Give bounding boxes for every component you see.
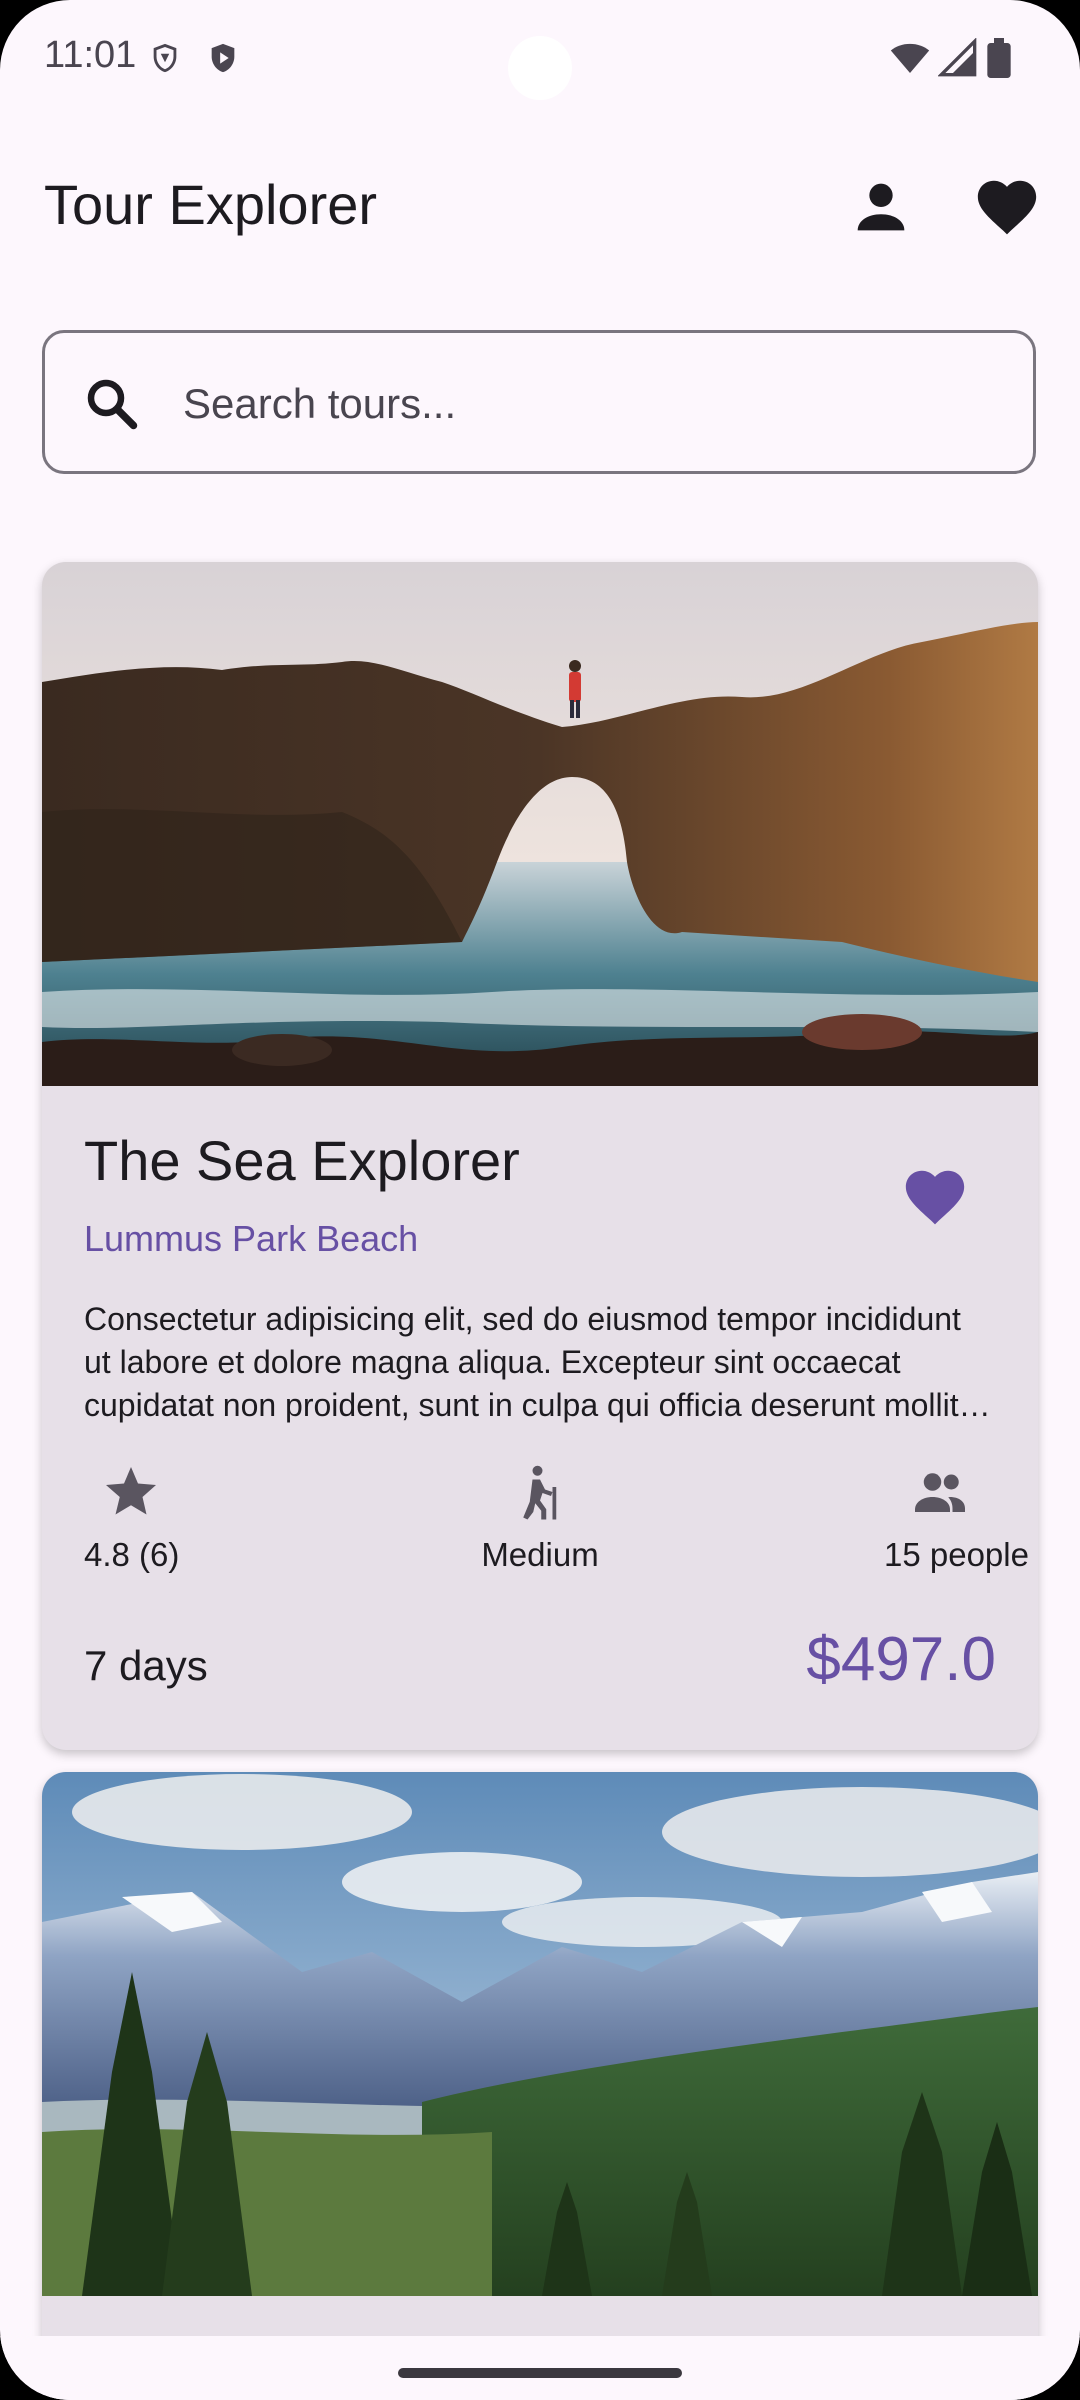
rating-value: 4.8 (6) xyxy=(84,1536,180,1573)
top-app-bar: Tour Explorer xyxy=(0,150,1080,260)
tour-price: $497.0 xyxy=(806,1625,996,1694)
tour-image-mountain-valley xyxy=(42,1772,1038,2296)
play-protect-icon xyxy=(211,43,235,73)
difficulty-value: Medium xyxy=(481,1536,599,1573)
app-screen: 11:01 Tour Explorer Search tours... The … xyxy=(0,0,1080,2400)
page-title: Tour Explorer xyxy=(44,173,378,236)
vpn-shield-icon xyxy=(153,43,177,73)
battery-icon xyxy=(987,38,1011,78)
profile-icon[interactable] xyxy=(846,172,916,242)
signal-icon xyxy=(938,38,977,77)
tour-image-coastal-arch xyxy=(42,562,1038,1086)
search-input[interactable] xyxy=(181,363,985,445)
status-time: 11:01 xyxy=(44,34,137,76)
star-icon xyxy=(106,1467,156,1515)
search-field[interactable] xyxy=(42,330,1036,474)
rating-stat: 4.8 (6) xyxy=(84,1462,180,1602)
tour-duration: 7 days xyxy=(84,1642,208,1689)
tour-stats: 4.8 (6) Medium 15 people xyxy=(84,1462,1029,1602)
search-icon xyxy=(87,379,138,430)
group-size-stat: 15 people xyxy=(884,1462,1029,1602)
difficulty-stat: Medium xyxy=(480,1462,600,1602)
favorite-heart-icon[interactable] xyxy=(900,1162,970,1232)
status-bar: 11:01 xyxy=(0,0,1080,120)
camera-cutout xyxy=(508,36,572,100)
wifi-icon xyxy=(890,43,930,73)
tour-location: Lummus Park Beach xyxy=(84,1218,419,1259)
hiking-icon xyxy=(523,1465,557,1520)
group-size-value: 15 people xyxy=(884,1536,1029,1573)
favorites-icon[interactable] xyxy=(972,172,1042,242)
tour-description: Consectetur adipisicing elit, sed do eiu… xyxy=(84,1301,961,1423)
group-icon xyxy=(915,1473,965,1512)
tour-name: The Sea Explorer xyxy=(84,1129,520,1192)
gesture-handle[interactable] xyxy=(398,2368,682,2378)
tour-card[interactable] xyxy=(42,1772,1038,2400)
tour-card[interactable]: The Sea Explorer Lummus Park Beach Conse… xyxy=(42,562,1038,1750)
